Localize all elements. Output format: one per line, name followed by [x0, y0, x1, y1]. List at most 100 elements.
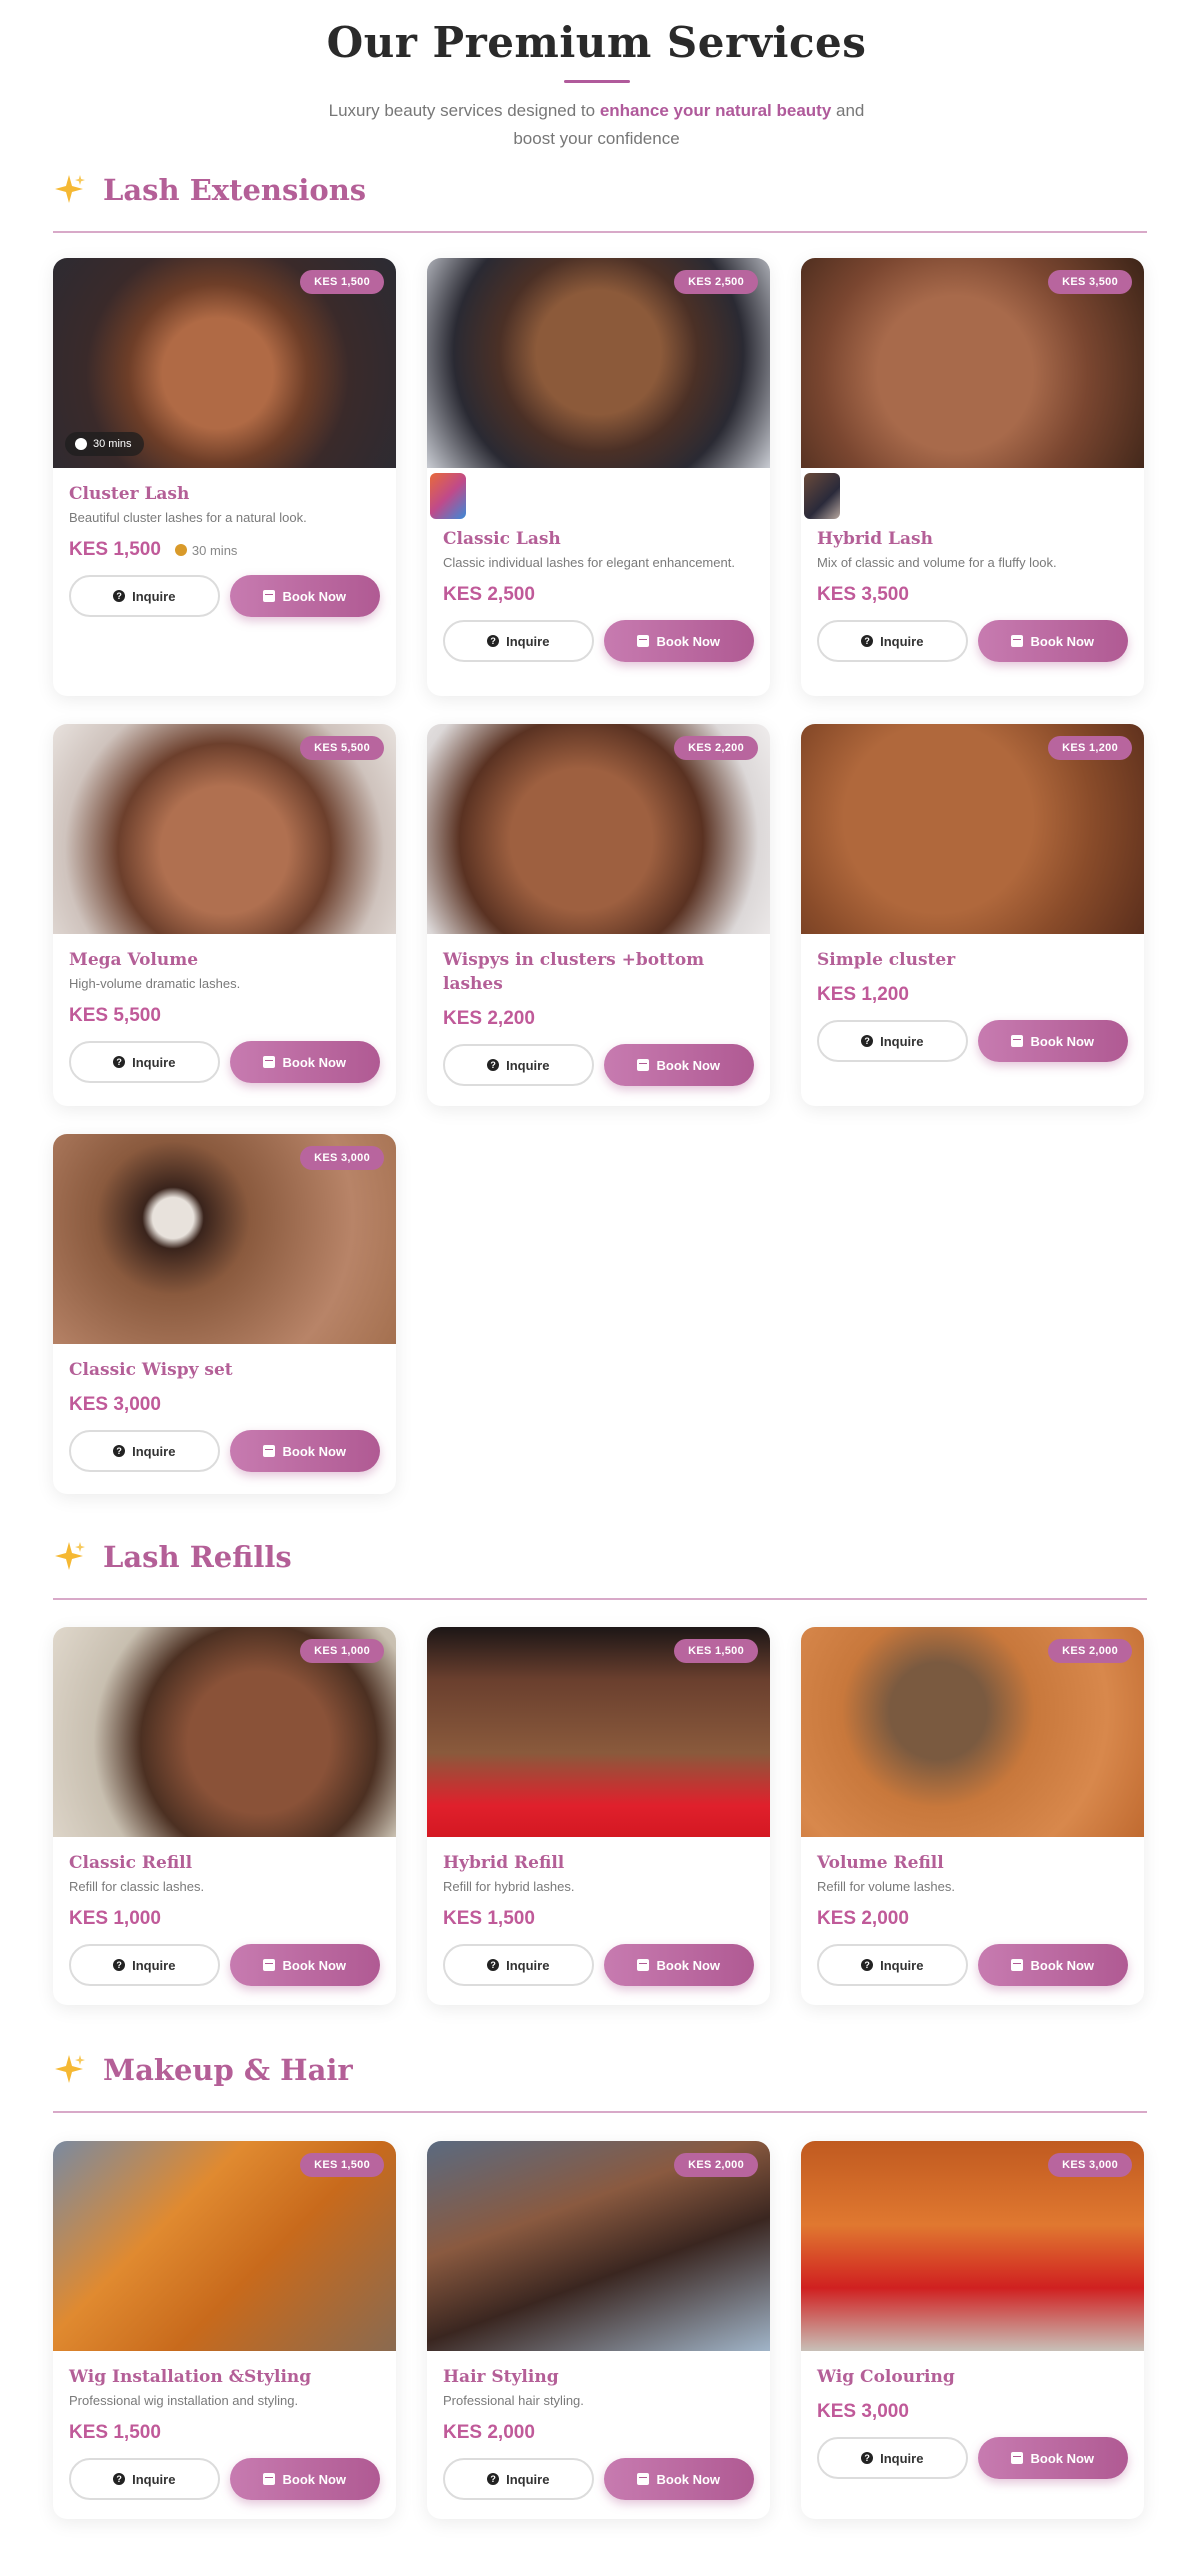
- price-row: KES 1,500: [443, 1908, 754, 1930]
- inquire-button[interactable]: ? Inquire: [817, 2437, 968, 2479]
- card-actions: ? Inquire Book Now: [69, 1944, 380, 1986]
- service-price: KES 2,000: [817, 1908, 909, 1929]
- service-card: KES 1,500 Hybrid Refill Refill for hybrid…: [427, 1627, 770, 2005]
- section-title: Lash Extensions: [103, 173, 367, 207]
- service-photo: KES 3,000: [53, 1134, 396, 1344]
- card-actions: ? Inquire Book Now: [69, 1430, 380, 1472]
- book-now-button[interactable]: Book Now: [603, 1044, 754, 1086]
- inquire-button[interactable]: ? Inquire: [817, 1020, 968, 1062]
- book-now-button[interactable]: Book Now: [603, 2458, 754, 2500]
- thumbnail-image[interactable]: [430, 473, 466, 519]
- section-lash-extensions: Lash Extensions: [53, 170, 1147, 233]
- calendar-icon: [263, 590, 276, 602]
- calendar-icon: [637, 1959, 650, 1971]
- book-now-button[interactable]: Book Now: [977, 1944, 1128, 1986]
- inquire-button[interactable]: ? Inquire: [69, 575, 220, 617]
- price-row: KES 1,500: [69, 2422, 380, 2444]
- service-photo: KES 2,500: [427, 258, 770, 468]
- question-circle-icon: ?: [113, 1959, 126, 1971]
- service-card: KES 1,200 Simple cluster KES 1,200 ? Inq…: [801, 724, 1144, 1106]
- inquire-button[interactable]: ? Inquire: [69, 1944, 220, 1986]
- inquire-button[interactable]: ? Inquire: [443, 1944, 594, 1986]
- question-circle-icon: ?: [113, 590, 126, 602]
- question-circle-icon: ?: [113, 1056, 126, 1068]
- sparkles-icon: [53, 173, 87, 207]
- sparkles-icon: [53, 1540, 87, 1574]
- card-actions: ? Inquire Book Now: [817, 1944, 1128, 1986]
- card-body: Volume Refill Refill for volume lashes. K…: [801, 1837, 1144, 1986]
- service-price: KES 3,000: [817, 2401, 909, 2422]
- book-now-button[interactable]: Book Now: [229, 1430, 380, 1472]
- price-badge: KES 1,500: [300, 270, 384, 294]
- inquire-button[interactable]: ? Inquire: [69, 1430, 220, 1472]
- inquire-button[interactable]: ? Inquire: [69, 2458, 220, 2500]
- service-card: KES 1,000 Classic Refill Refill for class…: [53, 1627, 396, 2005]
- service-description: Professional hair styling.: [443, 2393, 584, 2408]
- book-now-button[interactable]: Book Now: [977, 2437, 1128, 2479]
- card-body: Cluster Lash Beautiful cluster lashes for…: [53, 468, 396, 617]
- service-price: KES 1,500: [69, 2422, 161, 2443]
- price-row: KES 5,500: [69, 1005, 380, 1027]
- service-title: Hair Styling: [443, 2367, 559, 2387]
- card-body: Wig Colouring KES 3,000 ? Inquire Book N…: [801, 2351, 1144, 2479]
- service-title: Mega Volume: [69, 950, 199, 970]
- title-underline: [563, 80, 630, 83]
- calendar-icon: [637, 1059, 650, 1071]
- card-body: Hybrid Refill Refill for hybrid lashes. K…: [427, 1837, 770, 1986]
- clock-icon: [75, 438, 87, 450]
- price-row: KES 3,500: [817, 584, 1128, 606]
- page-title: Our Premium Services: [326, 18, 867, 67]
- book-now-button[interactable]: Book Now: [229, 575, 380, 617]
- service-photo: KES 1,000: [53, 1627, 396, 1837]
- service-title: Hybrid Refill: [443, 1853, 565, 1873]
- inquire-button[interactable]: ? Inquire: [443, 620, 594, 662]
- service-card: KES 2,000 Volume Refill Refill for volume…: [801, 1627, 1144, 2005]
- inquire-button[interactable]: ? Inquire: [443, 1044, 594, 1086]
- calendar-icon: [263, 1056, 276, 1068]
- service-photo: KES 1,500: [427, 1627, 770, 1837]
- section-lash-refills: Lash Refills: [53, 1537, 1147, 1600]
- service-card: KES 2,000 Hair Styling Professional hair …: [427, 2141, 770, 2519]
- subtitle-highlight: enhance your natural beauty: [599, 101, 832, 120]
- card-body: Classic Wispy set KES 3,000 ? Inquire Bo…: [53, 1344, 396, 1472]
- calendar-icon: [1011, 1959, 1024, 1971]
- price-badge: KES 3,000: [1048, 2153, 1132, 2177]
- card-actions: ? Inquire Book Now: [817, 1020, 1128, 1062]
- question-circle-icon: ?: [861, 635, 874, 647]
- price-row: KES 2,200: [443, 1008, 754, 1030]
- book-now-button[interactable]: Book Now: [603, 620, 754, 662]
- calendar-icon: [637, 2473, 650, 2485]
- card-body: Hybrid Lash Mix of classic and volume for…: [801, 519, 1144, 662]
- book-now-button[interactable]: Book Now: [229, 1944, 380, 1986]
- price-row: KES 3,000: [69, 1394, 380, 1416]
- service-title: Cluster Lash: [69, 484, 190, 504]
- book-now-button[interactable]: Book Now: [229, 1041, 380, 1083]
- service-card: KES 1,500 Wig Installation &Styling Profe…: [53, 2141, 396, 2519]
- book-now-button[interactable]: Book Now: [977, 620, 1128, 662]
- question-circle-icon: ?: [487, 2473, 500, 2485]
- price-badge: KES 5,500: [300, 736, 384, 760]
- book-now-button[interactable]: Book Now: [229, 2458, 380, 2500]
- card-actions: ? Inquire Book Now: [69, 2458, 380, 2500]
- service-photo: KES 3,500: [801, 258, 1144, 468]
- calendar-icon: [1011, 2452, 1024, 2464]
- clock-icon: [174, 544, 187, 556]
- book-now-button[interactable]: Book Now: [977, 1020, 1128, 1062]
- inquire-button[interactable]: ? Inquire: [817, 1944, 968, 1986]
- question-circle-icon: ?: [861, 1959, 874, 1971]
- service-price: KES 2,000: [443, 2422, 535, 2443]
- price-row: KES 2,500: [443, 584, 754, 606]
- services-page: Our Premium Services Luxury beauty servi…: [0, 0, 1193, 2560]
- book-now-button[interactable]: Book Now: [603, 1944, 754, 1986]
- thumbnail-image[interactable]: [804, 473, 840, 519]
- page-subtitle: Luxury beauty services designed to enhan…: [328, 101, 865, 148]
- service-title: Wispys in clusters +bottom lashes: [443, 950, 705, 994]
- inquire-button[interactable]: ? Inquire: [443, 2458, 594, 2500]
- card-actions: ? Inquire Book Now: [69, 575, 380, 617]
- service-title: Simple cluster: [817, 950, 956, 970]
- calendar-icon: [263, 2473, 276, 2485]
- service-title: Classic Refill: [69, 1853, 193, 1873]
- calendar-icon: [637, 635, 650, 647]
- inquire-button[interactable]: ? Inquire: [69, 1041, 220, 1083]
- inquire-button[interactable]: ? Inquire: [817, 620, 968, 662]
